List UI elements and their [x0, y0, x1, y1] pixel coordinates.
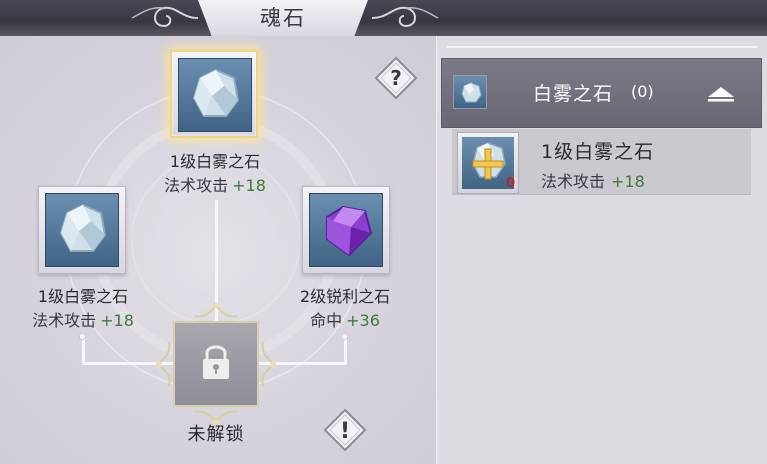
category-count: (0)	[631, 82, 654, 101]
connector-right-vertical	[344, 336, 347, 364]
stat-label: 命中	[310, 311, 343, 330]
item-name: 1级白雾之石	[541, 141, 655, 163]
lock-icon	[203, 345, 229, 379]
socket-slot-left[interactable]	[38, 186, 126, 274]
stat-label: 法术攻击	[164, 176, 229, 195]
connector-node-left	[79, 333, 86, 340]
title-bar: 魂石	[0, 0, 767, 36]
white-mist-gem-icon	[461, 82, 482, 103]
white-mist-gem-icon	[192, 68, 240, 117]
category-icon	[453, 75, 487, 109]
collapse-arrow-icon[interactable]	[705, 85, 737, 103]
stat-bonus: +18	[100, 311, 134, 330]
sharp-stone-gem-icon	[326, 205, 373, 257]
slot-top-name: 1级白雾之石	[169, 152, 261, 171]
slot-right-stat: 命中 +36	[270, 311, 420, 331]
stat-bonus: +18	[611, 172, 645, 191]
ornament-swirl-left-icon	[131, 6, 199, 28]
item-quantity: 0	[506, 176, 516, 191]
socket-slot-right[interactable]	[302, 186, 390, 274]
slot-left-name: 1级白雾之石	[37, 287, 129, 306]
info-button[interactable]: !	[323, 408, 367, 452]
slot-top-stat: 法术攻击 +18	[140, 176, 290, 196]
slot-left-stat: 法术攻击 +18	[8, 311, 158, 331]
locked-label: 未解锁	[187, 424, 245, 445]
page-title: 魂石	[260, 6, 306, 30]
stat-bonus: +36	[346, 311, 380, 330]
connector-node-right	[341, 333, 348, 340]
slot-right-name: 2级锐利之石	[299, 287, 391, 306]
help-button[interactable]: ?	[374, 56, 418, 100]
question-icon: ?	[390, 66, 402, 90]
white-mist-gem-icon	[59, 203, 107, 252]
stat-label: 法术攻击	[541, 172, 606, 191]
socket-slot-top[interactable]	[170, 50, 258, 138]
exclamation-icon: !	[340, 419, 350, 444]
divider	[447, 46, 757, 48]
stat-bonus: +18	[232, 176, 266, 195]
item-stat: 法术攻击 +18	[541, 168, 645, 192]
stat-label: 法术攻击	[32, 311, 97, 330]
ornament-swirl-right-icon	[371, 6, 439, 28]
socket-slot-locked[interactable]	[173, 321, 259, 407]
category-label: 白雾之石	[533, 83, 614, 105]
connector-left-vertical	[82, 336, 85, 364]
